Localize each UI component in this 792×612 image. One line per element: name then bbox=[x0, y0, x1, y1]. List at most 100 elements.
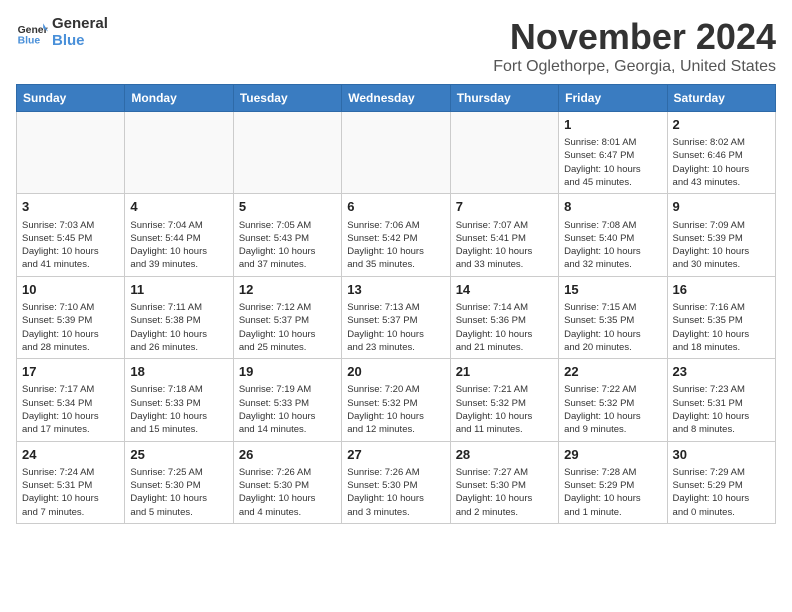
calendar-cell: 28Sunrise: 7:27 AM Sunset: 5:30 PM Dayli… bbox=[450, 441, 558, 523]
calendar-table: SundayMondayTuesdayWednesdayThursdayFrid… bbox=[16, 84, 776, 524]
day-info: Sunrise: 7:19 AM Sunset: 5:33 PM Dayligh… bbox=[239, 383, 336, 436]
day-number: 8 bbox=[564, 198, 661, 216]
calendar-cell: 23Sunrise: 7:23 AM Sunset: 5:31 PM Dayli… bbox=[667, 359, 775, 441]
logo: General Blue General Blue bbox=[16, 16, 108, 49]
calendar-cell: 15 Sunrise: 7:15 AM Sunset: 5:35 PM Dayli… bbox=[559, 276, 667, 358]
logo-icon: General Blue bbox=[16, 17, 48, 49]
day-number: 11 bbox=[130, 281, 227, 299]
calendar-cell: 3 Sunrise: 7:03 AM Sunset: 5:45 PM Daylig… bbox=[17, 194, 125, 276]
calendar-cell: 19Sunrise: 7:19 AM Sunset: 5:33 PM Dayli… bbox=[233, 359, 341, 441]
day-number: 15 bbox=[564, 281, 661, 299]
calendar-cell: 29 Sunrise: 7:28 AM Sunset: 5:29 PM Dayli… bbox=[559, 441, 667, 523]
day-number: 7 bbox=[456, 198, 553, 216]
day-info: Sunrise: 7:16 AM Sunset: 5:35 PM Dayligh… bbox=[673, 301, 770, 354]
day-info: Sunrise: 7:20 AM Sunset: 5:32 PM Dayligh… bbox=[347, 383, 444, 436]
day-number: 2 bbox=[673, 116, 770, 134]
day-number: 24 bbox=[22, 446, 119, 464]
day-number: 14 bbox=[456, 281, 553, 299]
day-info: Sunrise: 7:28 AM Sunset: 5:29 PM Dayligh… bbox=[564, 466, 661, 519]
calendar-cell: 30 Sunrise: 7:29 AM Sunset: 5:29 PM Dayli… bbox=[667, 441, 775, 523]
calendar-cell: 20 Sunrise: 7:20 AM Sunset: 5:32 PM Dayli… bbox=[342, 359, 450, 441]
calendar-cell: 22 Sunrise: 7:22 AM Sunset: 5:32 PM Dayli… bbox=[559, 359, 667, 441]
day-info: Sunrise: 7:12 AM Sunset: 5:37 PM Dayligh… bbox=[239, 301, 336, 354]
day-info: Sunrise: 7:05 AM Sunset: 5:43 PM Dayligh… bbox=[239, 219, 336, 272]
day-info: Sunrise: 7:07 AM Sunset: 5:41 PM Dayligh… bbox=[456, 219, 553, 272]
calendar-week-row: 17 Sunrise: 7:17 AM Sunset: 5:34 PM Dayli… bbox=[17, 359, 776, 441]
day-info: Sunrise: 7:03 AM Sunset: 5:45 PM Dayligh… bbox=[22, 219, 119, 272]
day-info: Sunrise: 7:14 AM Sunset: 5:36 PM Dayligh… bbox=[456, 301, 553, 354]
weekday-header: Wednesday bbox=[342, 85, 450, 112]
day-number: 20 bbox=[347, 363, 444, 381]
day-number: 4 bbox=[130, 198, 227, 216]
day-info: Sunrise: 7:25 AM Sunset: 5:30 PM Dayligh… bbox=[130, 466, 227, 519]
day-number: 27 bbox=[347, 446, 444, 464]
day-info: Sunrise: 7:17 AM Sunset: 5:34 PM Dayligh… bbox=[22, 383, 119, 436]
day-number: 1 bbox=[564, 116, 661, 134]
calendar-cell: 16 Sunrise: 7:16 AM Sunset: 5:35 PM Dayli… bbox=[667, 276, 775, 358]
weekday-header: Thursday bbox=[450, 85, 558, 112]
weekday-header: Tuesday bbox=[233, 85, 341, 112]
weekday-header-row: SundayMondayTuesdayWednesdayThursdayFrid… bbox=[17, 85, 776, 112]
day-info: Sunrise: 7:06 AM Sunset: 5:42 PM Dayligh… bbox=[347, 219, 444, 272]
calendar-cell: 24 Sunrise: 7:24 AM Sunset: 5:31 PM Dayli… bbox=[17, 441, 125, 523]
calendar-cell: 10Sunrise: 7:10 AM Sunset: 5:39 PM Dayli… bbox=[17, 276, 125, 358]
day-info: Sunrise: 7:26 AM Sunset: 5:30 PM Dayligh… bbox=[239, 466, 336, 519]
day-number: 3 bbox=[22, 198, 119, 216]
day-info: Sunrise: 7:29 AM Sunset: 5:29 PM Dayligh… bbox=[673, 466, 770, 519]
day-number: 13 bbox=[347, 281, 444, 299]
day-number: 9 bbox=[673, 198, 770, 216]
calendar-cell: 12 Sunrise: 7:12 AM Sunset: 5:37 PM Dayli… bbox=[233, 276, 341, 358]
logo-text-general: General bbox=[52, 16, 108, 33]
day-number: 26 bbox=[239, 446, 336, 464]
calendar-cell bbox=[125, 112, 233, 194]
calendar-cell bbox=[17, 112, 125, 194]
weekday-header: Monday bbox=[125, 85, 233, 112]
day-info: Sunrise: 7:24 AM Sunset: 5:31 PM Dayligh… bbox=[22, 466, 119, 519]
day-number: 22 bbox=[564, 363, 661, 381]
day-number: 5 bbox=[239, 198, 336, 216]
day-info: Sunrise: 7:15 AM Sunset: 5:35 PM Dayligh… bbox=[564, 301, 661, 354]
day-info: Sunrise: 7:26 AM Sunset: 5:30 PM Dayligh… bbox=[347, 466, 444, 519]
calendar-cell: 18Sunrise: 7:18 AM Sunset: 5:33 PM Dayli… bbox=[125, 359, 233, 441]
calendar-cell: 14 Sunrise: 7:14 AM Sunset: 5:36 PM Dayli… bbox=[450, 276, 558, 358]
calendar-cell bbox=[342, 112, 450, 194]
month-title: November 2024 bbox=[493, 16, 776, 58]
day-info: Sunrise: 8:02 AM Sunset: 6:46 PM Dayligh… bbox=[673, 136, 770, 189]
calendar-cell: 1Sunrise: 8:01 AM Sunset: 6:47 PM Daylig… bbox=[559, 112, 667, 194]
calendar-cell: 7 Sunrise: 7:07 AM Sunset: 5:41 PM Daylig… bbox=[450, 194, 558, 276]
calendar-cell: 11Sunrise: 7:11 AM Sunset: 5:38 PM Dayli… bbox=[125, 276, 233, 358]
day-info: Sunrise: 7:22 AM Sunset: 5:32 PM Dayligh… bbox=[564, 383, 661, 436]
day-number: 30 bbox=[673, 446, 770, 464]
calendar-cell: 2 Sunrise: 8:02 AM Sunset: 6:46 PM Daylig… bbox=[667, 112, 775, 194]
day-number: 29 bbox=[564, 446, 661, 464]
day-number: 12 bbox=[239, 281, 336, 299]
title-block: November 2024 Fort Oglethorpe, Georgia, … bbox=[493, 16, 776, 76]
calendar-cell: 6 Sunrise: 7:06 AM Sunset: 5:42 PM Daylig… bbox=[342, 194, 450, 276]
weekday-header: Saturday bbox=[667, 85, 775, 112]
calendar-cell: 8Sunrise: 7:08 AM Sunset: 5:40 PM Daylig… bbox=[559, 194, 667, 276]
calendar-cell: 4 Sunrise: 7:04 AM Sunset: 5:44 PM Daylig… bbox=[125, 194, 233, 276]
calendar-week-row: 1Sunrise: 8:01 AM Sunset: 6:47 PM Daylig… bbox=[17, 112, 776, 194]
svg-text:Blue: Blue bbox=[18, 35, 41, 46]
day-number: 17 bbox=[22, 363, 119, 381]
day-info: Sunrise: 7:09 AM Sunset: 5:39 PM Dayligh… bbox=[673, 219, 770, 272]
calendar-cell: 13 Sunrise: 7:13 AM Sunset: 5:37 PM Dayli… bbox=[342, 276, 450, 358]
location-title: Fort Oglethorpe, Georgia, United States bbox=[493, 58, 776, 76]
day-number: 6 bbox=[347, 198, 444, 216]
day-number: 10 bbox=[22, 281, 119, 299]
day-info: Sunrise: 7:13 AM Sunset: 5:37 PM Dayligh… bbox=[347, 301, 444, 354]
day-number: 16 bbox=[673, 281, 770, 299]
day-info: Sunrise: 7:18 AM Sunset: 5:33 PM Dayligh… bbox=[130, 383, 227, 436]
calendar-cell: 21Sunrise: 7:21 AM Sunset: 5:32 PM Dayli… bbox=[450, 359, 558, 441]
logo-text-blue: Blue bbox=[52, 33, 108, 50]
calendar-cell: 25Sunrise: 7:25 AM Sunset: 5:30 PM Dayli… bbox=[125, 441, 233, 523]
calendar-week-row: 3 Sunrise: 7:03 AM Sunset: 5:45 PM Daylig… bbox=[17, 194, 776, 276]
weekday-header: Sunday bbox=[17, 85, 125, 112]
calendar-cell: 5 Sunrise: 7:05 AM Sunset: 5:43 PM Daylig… bbox=[233, 194, 341, 276]
calendar-week-row: 10Sunrise: 7:10 AM Sunset: 5:39 PM Dayli… bbox=[17, 276, 776, 358]
calendar-cell: 17 Sunrise: 7:17 AM Sunset: 5:34 PM Dayli… bbox=[17, 359, 125, 441]
weekday-header: Friday bbox=[559, 85, 667, 112]
day-info: Sunrise: 7:04 AM Sunset: 5:44 PM Dayligh… bbox=[130, 219, 227, 272]
calendar-cell bbox=[450, 112, 558, 194]
calendar-cell: 27 Sunrise: 7:26 AM Sunset: 5:30 PM Dayli… bbox=[342, 441, 450, 523]
